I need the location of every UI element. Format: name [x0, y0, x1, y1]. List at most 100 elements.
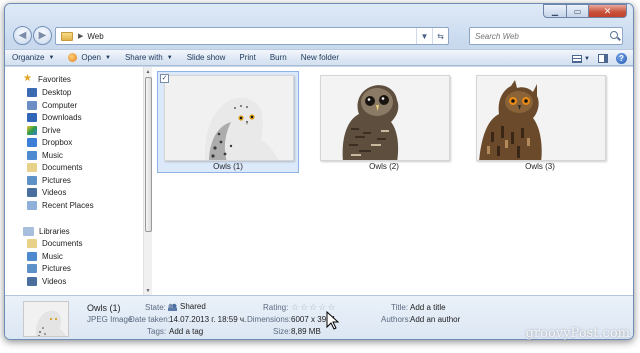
folder-icon [61, 31, 73, 41]
paint-icon [68, 53, 78, 62]
authors-label: Authors: [381, 315, 411, 324]
dropbox-icon [27, 137, 37, 147]
sidebar-item-lib-videos[interactable]: Videos [27, 275, 66, 287]
content-area: ★ Favorites Desktop Computer Downloads D… [5, 67, 633, 295]
forward-arrow-icon: ▶ [38, 30, 47, 41]
sidebar-item-lib-music[interactable]: Music [27, 250, 63, 262]
open-button[interactable]: Open ▼ [61, 50, 118, 65]
details-file-type: JPEG Image [87, 315, 133, 324]
search-input[interactable] [470, 28, 600, 44]
music-icon [27, 150, 37, 160]
music-icon [27, 251, 37, 261]
breadcrumb-arrow-icon[interactable]: ▶ [78, 32, 83, 40]
slide-show-button[interactable]: Slide show [180, 50, 233, 65]
owl-image [321, 76, 449, 160]
star-icon[interactable]: ☆ [309, 303, 317, 312]
thumbnail-image [320, 75, 450, 161]
breadcrumb-web[interactable]: Web [87, 32, 103, 41]
burn-button[interactable]: Burn [263, 50, 294, 65]
star-icon[interactable]: ☆ [327, 303, 335, 312]
chevron-down-icon: ▼ [105, 54, 111, 61]
explorer-window: ▁ ▭ ✕ ◀ ▶ ▶ Web ▼ ⇆ Organize▼ Open▼ Shar… [4, 3, 634, 340]
back-button[interactable]: ◀ [13, 26, 32, 45]
documents-icon [27, 238, 37, 248]
mouse-pointer-icon [326, 311, 340, 330]
file-name-label: Owls (2) [369, 162, 399, 171]
sidebar-scrollbar[interactable]: ▲ ▼ [143, 67, 152, 295]
star-icon[interactable]: ☆ [318, 303, 326, 312]
pictures-icon [27, 175, 37, 185]
sidebar-item-lib-documents[interactable]: Documents [27, 237, 82, 249]
minimize-button[interactable]: ▁ [543, 4, 567, 18]
tags-label: Tags: [147, 327, 167, 336]
details-file-name: Owls (1) [87, 303, 121, 313]
maximize-button[interactable]: ▭ [567, 4, 589, 18]
sidebar-item-dropbox[interactable]: Dropbox [27, 136, 72, 148]
star-icon[interactable]: ☆ [291, 303, 299, 312]
documents-icon [27, 162, 37, 172]
sidebar-header-favorites[interactable]: ★ Favorites [23, 73, 71, 85]
view-dropdown-icon[interactable]: ▼ [584, 56, 590, 62]
sidebar-item-videos[interactable]: Videos [27, 186, 66, 198]
rating-label: Rating: [263, 303, 289, 312]
shared-users-icon [168, 302, 177, 311]
sidebar-item-drive[interactable]: Drive [27, 124, 61, 136]
sidebar-item-music[interactable]: Music [27, 149, 63, 161]
thumbnail-image [164, 75, 294, 161]
sidebar-item-desktop[interactable]: Desktop [27, 86, 71, 98]
drive-icon [27, 125, 37, 135]
desktop-icon [27, 87, 37, 97]
sidebar-item-lib-pictures[interactable]: Pictures [27, 262, 71, 274]
star-icon: ★ [23, 73, 32, 84]
file-tile-owls-1[interactable]: ✓ Owls (1) [157, 71, 299, 173]
scroll-down-icon[interactable]: ▼ [144, 286, 152, 295]
chevron-down-icon: ▼ [48, 54, 55, 61]
share-with-button[interactable]: Share with ▼ [118, 50, 180, 65]
navigation-pane: ★ Favorites Desktop Computer Downloads D… [5, 67, 143, 295]
scroll-up-icon[interactable]: ▲ [144, 67, 152, 76]
back-arrow-icon: ◀ [18, 30, 27, 41]
navigation-bar: ◀ ▶ ▶ Web ▼ ⇆ [5, 25, 633, 47]
computer-icon [27, 100, 37, 110]
organize-button[interactable]: Organize ▼ [5, 50, 61, 65]
sidebar-header-libraries[interactable]: Libraries [23, 225, 70, 237]
search-box[interactable] [469, 27, 623, 45]
date-taken-label: Date taken: [129, 315, 170, 324]
sidebar-item-recent-places[interactable]: Recent Places [27, 199, 94, 211]
sidebar-item-documents[interactable]: Documents [27, 161, 82, 173]
size-label: Size: [273, 327, 291, 336]
help-icon[interactable]: ? [616, 53, 627, 64]
new-folder-button[interactable]: New folder [294, 50, 346, 65]
close-button[interactable]: ✕ [589, 4, 627, 18]
change-view-icon[interactable] [572, 54, 583, 63]
sidebar-item-pictures[interactable]: Pictures [27, 174, 71, 186]
print-button[interactable]: Print [232, 50, 262, 65]
scrollbar-thumb[interactable] [145, 77, 152, 232]
sidebar-item-computer[interactable]: Computer [27, 99, 77, 111]
state-label: State: [145, 303, 166, 312]
owl-image [477, 76, 605, 160]
refresh-icon[interactable]: ⇆ [432, 28, 448, 44]
recent-places-icon [27, 200, 37, 210]
file-tile-owls-3[interactable]: Owls (3) [469, 71, 611, 173]
command-bar: Organize ▼ Open ▼ Share with ▼ Slide show P… [5, 49, 633, 66]
preview-pane-icon[interactable] [598, 54, 608, 63]
sidebar-item-downloads[interactable]: Downloads [27, 111, 82, 123]
owl-image [24, 302, 68, 336]
checkbox-icon[interactable]: ✓ [160, 74, 169, 83]
forward-button[interactable]: ▶ [33, 26, 52, 45]
file-tile-owls-2[interactable]: Owls (2) [313, 71, 455, 173]
address-dropdown-icon[interactable]: ▼ [416, 28, 432, 44]
search-icon[interactable] [610, 31, 618, 39]
star-icon[interactable]: ☆ [300, 303, 308, 312]
tags-value[interactable]: Add a tag [169, 327, 203, 336]
address-bar[interactable]: ▶ Web ▼ ⇆ [55, 27, 449, 45]
size-value: 8,89 MB [291, 327, 321, 336]
videos-icon [27, 187, 37, 197]
title-label: Title: [391, 303, 409, 312]
watermark-text: groovyPost.com [525, 326, 630, 341]
rating-stars[interactable]: ☆ ☆ ☆ ☆ ☆ [291, 303, 335, 312]
date-taken-value[interactable]: 14.07.2013 г. 18:59 ч. [169, 315, 246, 324]
title-value[interactable]: Add a title [410, 303, 446, 312]
authors-value[interactable]: Add an author [410, 315, 460, 324]
